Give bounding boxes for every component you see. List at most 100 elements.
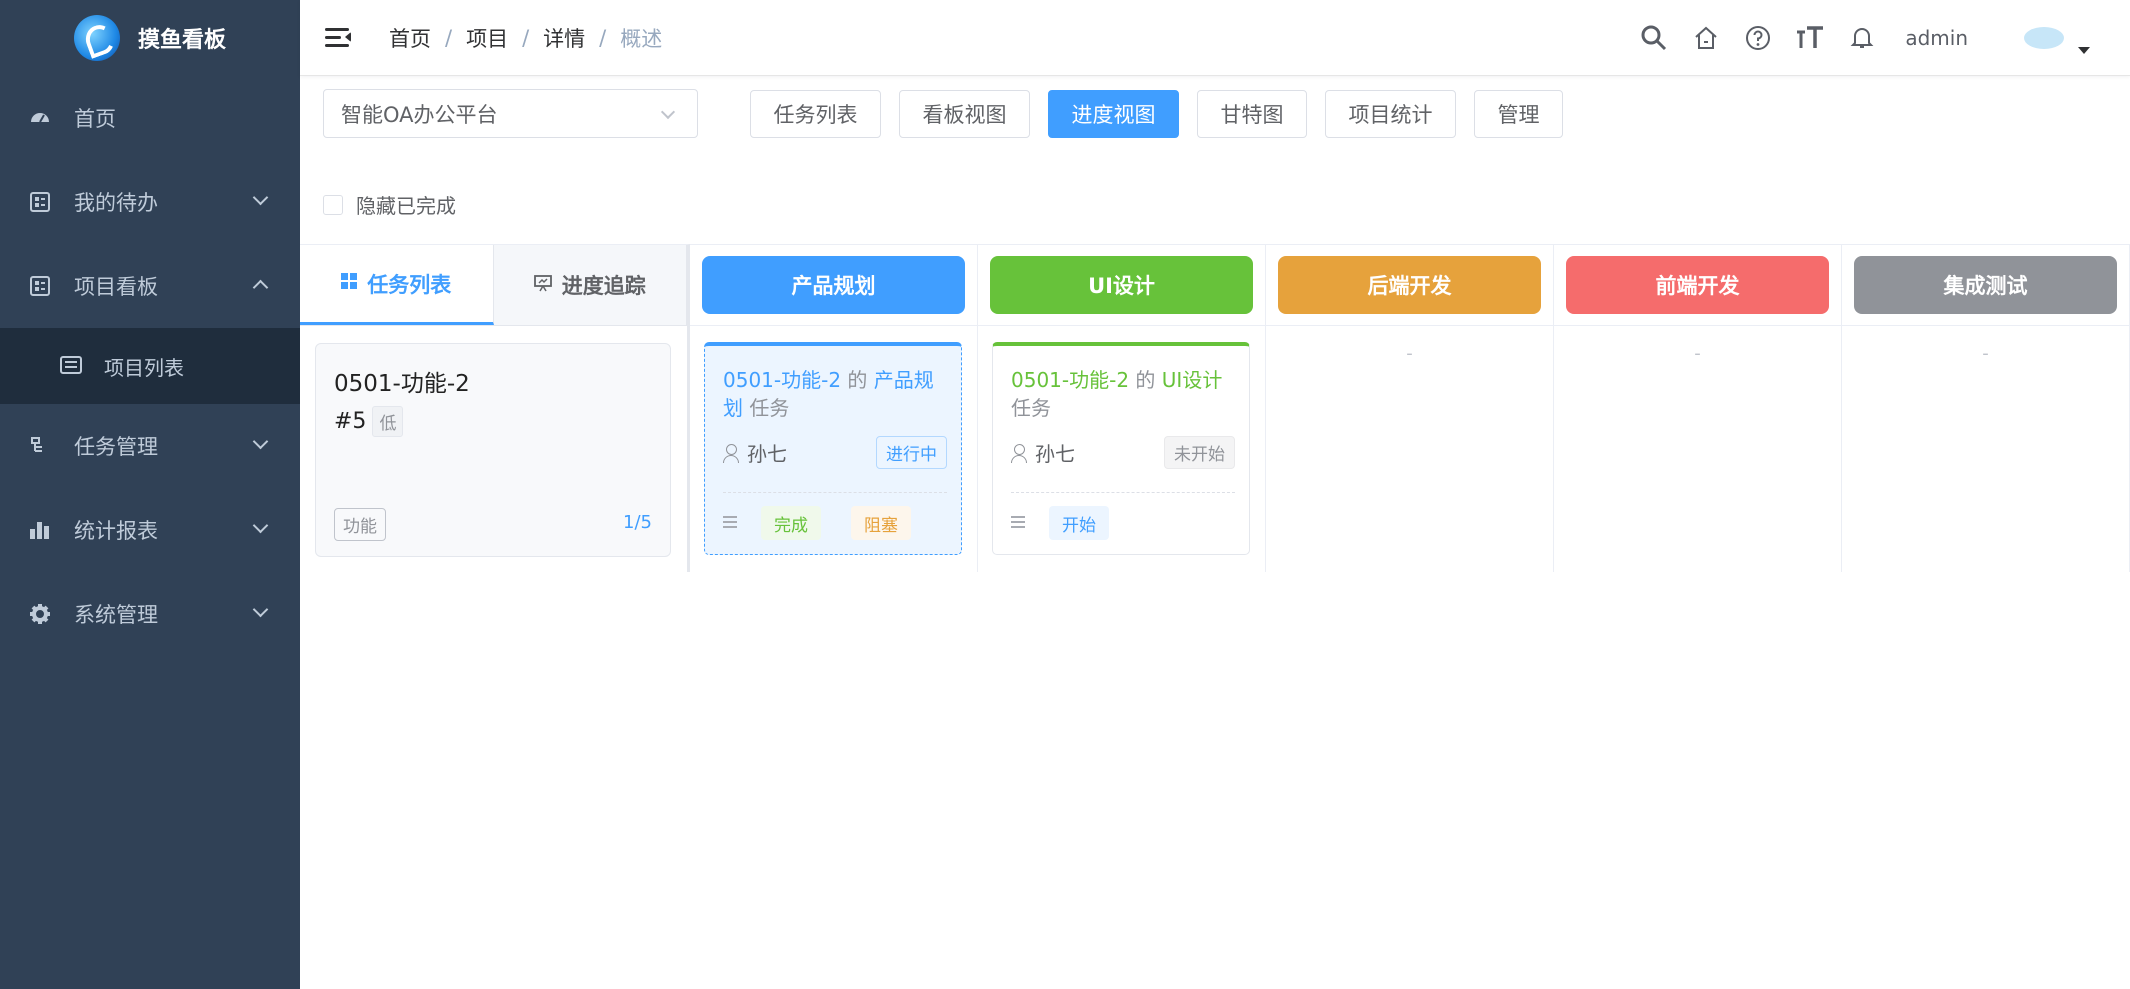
tab-progress-view[interactable]: 进度视图 — [1048, 90, 1179, 138]
text-suffix: 任务 — [749, 396, 790, 420]
chart-icon — [28, 518, 52, 542]
divider — [690, 325, 977, 326]
complete-button[interactable]: 完成 — [761, 506, 821, 540]
empty-placeholder: - — [1406, 343, 1413, 364]
hamburger-icon[interactable] — [325, 26, 355, 50]
sidebar-item-label: 统计报表 — [74, 519, 158, 543]
presentation-icon — [533, 274, 552, 297]
username[interactable]: admin — [1905, 26, 1968, 50]
stage-task-card[interactable]: 0501-功能-2 的 产品规划 任务 孙七 进行中 完成 阻塞 — [704, 342, 962, 555]
stage-header: 前端开发 — [1566, 256, 1829, 314]
avatar[interactable] — [2024, 27, 2064, 49]
breadcrumb-separator: / — [599, 25, 607, 50]
stage-column-backend: 后端开发 - — [1266, 244, 1554, 572]
task-card[interactable]: 0501-功能-2 #5 低 功能 1/5 — [315, 343, 671, 557]
breadcrumb-separator: / — [522, 25, 530, 50]
project-select-value: 智能OA办公平台 — [341, 102, 498, 127]
text-of: 的 — [1135, 368, 1156, 392]
hide-completed-checkbox[interactable]: 隐藏已完成 — [323, 190, 456, 219]
sidebar-item-project-list[interactable]: 项目列表 — [0, 328, 300, 404]
text-suffix: 任务 — [1011, 396, 1051, 420]
stage-header: 产品规划 — [702, 256, 965, 314]
board-icon — [28, 274, 52, 298]
chevron-down-icon — [252, 517, 269, 534]
stage-link[interactable]: UI设计 — [1162, 368, 1223, 392]
panel-tabs: 任务列表 进度追踪 — [300, 245, 687, 326]
hide-completed-label: 隐藏已完成 — [356, 194, 456, 218]
sidebar-item-label: 任务管理 — [74, 435, 158, 459]
stage-column-frontend: 前端开发 - — [1554, 244, 1842, 572]
breadcrumb-home[interactable]: 首页 — [389, 23, 431, 53]
assignee-name: 孙七 — [747, 442, 787, 466]
divider — [1554, 325, 1841, 326]
tab-task-list[interactable]: 任务列表 — [750, 90, 881, 138]
header-actions: admin — [1617, 0, 2090, 76]
sliders-icon — [723, 516, 737, 528]
sliders-icon — [1011, 516, 1025, 528]
project-select[interactable]: 智能OA办公平台 — [323, 89, 698, 138]
chevron-down-icon — [252, 189, 269, 206]
text-of: 的 — [847, 368, 868, 392]
sidebar-item-home[interactable]: 首页 — [0, 76, 300, 160]
tab-gantt[interactable]: 甘特图 — [1197, 90, 1307, 138]
status-badge: 未开始 — [1164, 436, 1235, 469]
divider — [723, 492, 947, 493]
sidebar-item-todo[interactable]: 我的待办 — [0, 160, 300, 244]
block-button[interactable]: 阻塞 — [851, 506, 911, 540]
stage-card-text: 0501-功能-2 的 UI设计 任务 — [1011, 366, 1235, 422]
top-navbar: 首页 / 项目 / 详情 / 概述 admin — [300, 0, 2130, 76]
tab-project-stats[interactable]: 项目统计 — [1325, 90, 1456, 138]
stage-task-card[interactable]: 0501-功能-2 的 UI设计 任务 孙七 未开始 开始 — [992, 342, 1250, 555]
tab-board-view[interactable]: 看板视图 — [899, 90, 1030, 138]
home-icon[interactable] — [1691, 23, 1721, 53]
chevron-up-icon — [252, 279, 269, 296]
breadcrumb-detail[interactable]: 详情 — [543, 23, 585, 53]
breadcrumb-project[interactable]: 项目 — [466, 23, 508, 53]
grid-icon — [341, 273, 358, 294]
font-size-icon[interactable] — [1795, 23, 1825, 53]
sidebar-item-label: 首页 — [74, 107, 116, 131]
sidebar-item-label: 系统管理 — [74, 603, 158, 627]
help-icon[interactable] — [1743, 23, 1773, 53]
search-icon[interactable] — [1639, 23, 1669, 53]
tab-panel-task-list[interactable]: 任务列表 — [300, 245, 494, 325]
start-button[interactable]: 开始 — [1049, 506, 1109, 540]
task-link[interactable]: 0501-功能-2 — [723, 368, 841, 392]
todo-icon — [28, 190, 52, 214]
assignee: 孙七 — [1011, 438, 1075, 467]
stage-header: 后端开发 — [1278, 256, 1541, 314]
task-progress: 1/5 — [623, 512, 652, 533]
sidebar-item-label: 我的待办 — [74, 191, 158, 215]
logo-icon — [73, 15, 120, 61]
task-link[interactable]: 0501-功能-2 — [1011, 368, 1129, 392]
assignee: 孙七 — [723, 438, 787, 467]
task-type-tag: 功能 — [334, 508, 386, 541]
stage-header: UI设计 — [990, 256, 1253, 314]
caret-down-icon[interactable] — [2078, 46, 2090, 54]
task-number: #5 — [334, 409, 367, 434]
sidebar: 摸鱼看板 首页 我的待办 项目看板 项目列表 任务管理 统计报表 系统管理 — [0, 0, 300, 989]
sidebar-item-system[interactable]: 系统管理 — [0, 572, 300, 656]
chevron-down-icon — [252, 601, 269, 618]
chevron-down-icon — [660, 104, 676, 120]
sidebar-item-tasks[interactable]: 任务管理 — [0, 404, 300, 488]
stage-column-testing: 集成测试 - — [1842, 244, 2130, 572]
breadcrumb-separator: / — [445, 25, 453, 50]
task-number-row: #5 低 — [334, 406, 404, 437]
tab-label: 任务列表 — [367, 272, 452, 297]
checkbox[interactable] — [323, 194, 343, 215]
sidebar-item-board[interactable]: 项目看板 — [0, 244, 300, 328]
tab-panel-progress-tracking[interactable]: 进度追踪 — [493, 245, 687, 325]
sidebar-item-label: 项目看板 — [74, 275, 158, 299]
sidebar-item-reports[interactable]: 统计报表 — [0, 488, 300, 572]
empty-placeholder: - — [1982, 343, 1989, 364]
chevron-down-icon — [252, 433, 269, 450]
task-title: 0501-功能-2 — [334, 371, 470, 397]
breadcrumb-overview: 概述 — [620, 26, 663, 51]
logo[interactable]: 摸鱼看板 — [0, 0, 300, 76]
assignee-name: 孙七 — [1035, 442, 1075, 466]
divider — [1266, 325, 1553, 326]
bell-icon[interactable] — [1847, 23, 1877, 53]
divider — [978, 325, 1265, 326]
tab-manage[interactable]: 管理 — [1474, 90, 1563, 138]
